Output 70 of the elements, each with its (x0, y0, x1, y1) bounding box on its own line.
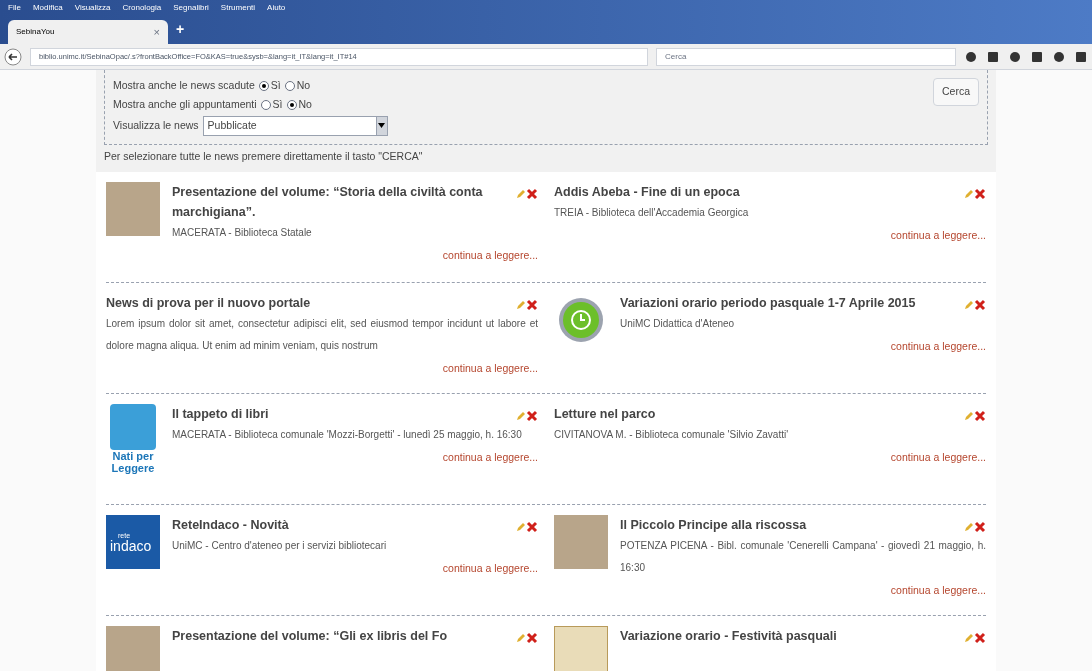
menu-item[interactable]: Segnalibri (173, 1, 209, 14)
news-title[interactable]: ReteIndaco - Novità (172, 515, 508, 536)
news-title[interactable]: Variazione orario - Festività pasquali (620, 626, 956, 647)
radio-button[interactable] (258, 80, 269, 91)
read-more-link[interactable]: continua a leggere... (442, 361, 538, 377)
news-subtitle: MACERATA - Biblioteca Statale (172, 226, 313, 241)
new-tab-button[interactable]: + (176, 19, 185, 40)
news-subtitle: TREIA - Biblioteca dell'Accademia Georgica (554, 206, 750, 221)
read-more-link[interactable]: continua a leggere... (442, 561, 538, 577)
tab-close-button[interactable]: × (153, 23, 160, 41)
read-more-link[interactable]: continua a leggere... (890, 450, 986, 466)
news-title[interactable]: Il tappeto di libri (172, 404, 508, 425)
option-label: Mostra anche gli appuntamenti (113, 96, 257, 112)
photo-placeholder (106, 626, 160, 671)
news-subtitle: POTENZA PICENA - Bibl. comunale 'Cenerelli Campana' - giovedì 21 maggio, h. 16:30 (620, 539, 986, 576)
radio-label[interactable]: Sì (270, 78, 281, 94)
view-label: Visualizza le news (113, 117, 199, 133)
clock-photo-placeholder (554, 626, 608, 671)
read-more-link[interactable]: continua a leggere... (890, 339, 986, 355)
delete-icon[interactable] (974, 188, 986, 201)
delete-icon[interactable] (526, 188, 538, 201)
news-subtitle: UniMC - Centro d'ateneo per i servizi bibliotecari (172, 539, 388, 554)
logo-text: Nati per Leggere (111, 450, 155, 475)
delete-icon[interactable] (974, 521, 986, 534)
delete-icon[interactable] (974, 410, 986, 423)
radio-button[interactable] (286, 99, 297, 110)
news-title[interactable]: Presentazione del volume: “Storia della civiltà conta marchigiana”. (172, 182, 508, 223)
menu-item[interactable]: Strumenti (220, 1, 256, 14)
delete-icon[interactable] (974, 632, 986, 645)
news-title[interactable]: News di prova per il nuovo portale (106, 293, 508, 314)
hint-text: Per selezionare tutte le news premere direttamente il tasto "CERCA" (104, 148, 424, 164)
news-subtitle: CIVITANOVA M. - Biblioteca comunale 'Silvio Zavatti' (554, 428, 790, 443)
delete-icon[interactable] (974, 299, 986, 312)
back-icon[interactable] (4, 47, 22, 66)
browser-tab[interactable]: SebinaYou × (8, 20, 168, 44)
read-more-link[interactable]: continua a leggere... (890, 228, 986, 244)
news-title[interactable]: Presentazione del volume: “Gli ex libris del Fo (172, 626, 508, 647)
menu-item[interactable]: Cronologia (122, 1, 162, 14)
search-button[interactable]: Cerca (933, 78, 979, 106)
radio-button[interactable] (284, 80, 295, 91)
read-more-link[interactable]: continua a leggere... (890, 583, 986, 599)
news-title[interactable]: Letture nel parco (554, 404, 956, 425)
tab-title: SebinaYou (16, 26, 55, 38)
clock-icon (558, 297, 604, 344)
radio-button[interactable] (260, 99, 271, 110)
photo-placeholder (554, 515, 608, 570)
menu-item[interactable]: Aiuto (267, 1, 286, 14)
delete-icon[interactable] (526, 632, 538, 645)
photo-placeholder (106, 182, 160, 237)
menu-item[interactable]: Visualizza (74, 1, 111, 14)
read-more-link[interactable]: continua a leggere... (442, 248, 538, 264)
option-label: Mostra anche le news scadute (113, 78, 255, 93)
news-title[interactable]: Variazioni orario periodo pasquale 1-7 Aprile 2015 (620, 293, 956, 314)
search-field[interactable]: Cerca (656, 47, 956, 66)
news-title[interactable]: Addis Abeba - Fine di un epoca (554, 182, 956, 203)
radio-label[interactable]: Sì (272, 96, 283, 113)
radio-label[interactable]: No (296, 78, 311, 94)
news-subtitle: Lorem ipsum dolor sit amet, consectetur adipisci elit, sed eiusmod tempor incidunt ut labore et dolore magna aliqua. Ut enim ad minim veniam, quis nostrum (106, 317, 538, 354)
delete-icon[interactable] (526, 521, 538, 534)
news-title[interactable]: Il Piccolo Principe alla riscossa (620, 515, 956, 536)
caret-icon (378, 123, 386, 128)
view-select[interactable]: Pubblicate (202, 115, 388, 136)
read-more-link[interactable]: continua a leggere... (442, 450, 538, 466)
menu-item[interactable]: File (8, 1, 21, 14)
news-subtitle: MACERATA - Biblioteca comunale 'Mozzi-Borgetti' - lunedì 25 maggio, h. 16:30 (172, 428, 523, 443)
news-subtitle: UniMC Didattica d'Ateneo (620, 317, 736, 332)
radio-label[interactable]: No (298, 96, 312, 113)
delete-icon[interactable] (526, 410, 538, 423)
delete-icon[interactable] (526, 299, 538, 312)
menu-item[interactable]: Modifica (32, 1, 63, 14)
